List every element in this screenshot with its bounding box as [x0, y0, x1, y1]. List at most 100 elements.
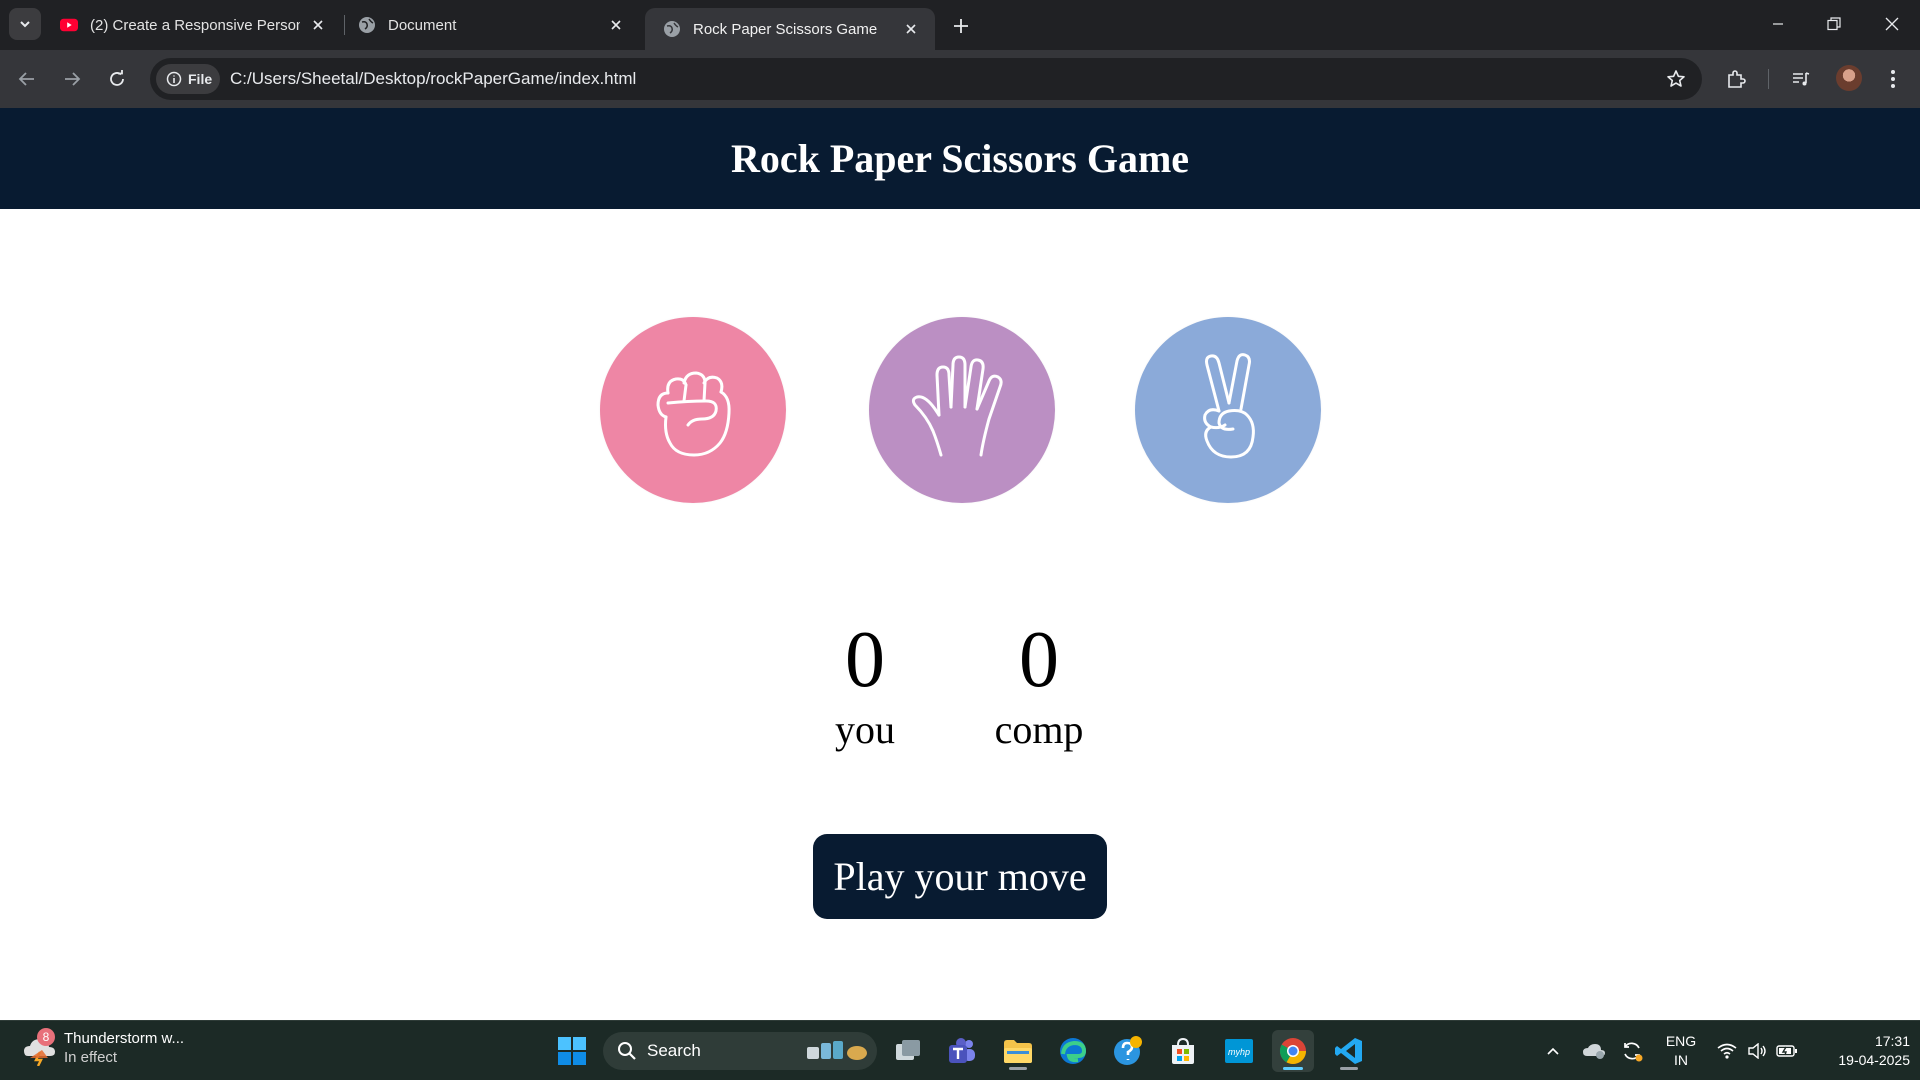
thunderstorm-icon: 8 — [22, 1028, 58, 1067]
close-window-button[interactable] — [1864, 0, 1920, 48]
tab-search-button[interactable] — [9, 8, 41, 40]
folder-icon — [1004, 1040, 1032, 1063]
weather-widget[interactable]: 8 Thunderstorm w... In effect — [22, 1028, 185, 1067]
vscode-icon — [1335, 1038, 1362, 1064]
taskbar-clock[interactable]: 17:31 19-04-2025 — [1810, 1032, 1910, 1070]
choice-scissors[interactable] — [1135, 317, 1321, 503]
battery-tray-icon[interactable] — [1774, 1021, 1800, 1080]
volume-tray-icon[interactable] — [1744, 1021, 1770, 1080]
clock-date: 19-04-2025 — [1838, 1052, 1910, 1068]
arrow-right-icon — [65, 72, 81, 86]
onedrive-tray-icon[interactable] — [1580, 1021, 1608, 1080]
globe-icon — [663, 20, 681, 38]
new-tab-button[interactable] — [947, 12, 975, 40]
browser-toolbar: File C:/Users/Sheetal/Desktop/rockPaperG… — [0, 50, 1920, 108]
svg-text:myhp: myhp — [1228, 1047, 1250, 1057]
clock-time: 17:31 — [1874, 1033, 1910, 1049]
site-chip-label: File — [188, 71, 213, 87]
menu-button[interactable] — [1878, 64, 1908, 94]
user-score-label: you — [835, 707, 895, 752]
comp-score: 0 comp — [969, 615, 1109, 755]
chrome-icon — [1279, 1038, 1307, 1065]
search-icon — [618, 1042, 636, 1060]
tab-rock-paper-scissors[interactable]: Rock Paper Scissors Game — [645, 8, 935, 50]
media-control-button[interactable] — [1786, 64, 1816, 94]
windows-logo-icon — [558, 1037, 586, 1065]
user-score: 0 you — [795, 615, 935, 755]
taskbar-search[interactable]: Search — [603, 1032, 877, 1070]
weather-subtitle: In effect — [64, 1049, 118, 1066]
back-button[interactable] — [12, 64, 42, 94]
input-language-indicator[interactable]: ENG IN — [1660, 1032, 1702, 1070]
chrome-button[interactable] — [1272, 1030, 1314, 1072]
tab-title: (2) Create a Responsive Persona — [90, 16, 300, 34]
puzzle-icon — [1728, 70, 1746, 88]
task-view-button[interactable] — [887, 1030, 929, 1072]
close-tab-icon[interactable] — [606, 15, 626, 35]
restore-button[interactable] — [1806, 0, 1862, 48]
tab-title: Rock Paper Scissors Game — [693, 20, 878, 38]
weather-alert-badge: 8 — [37, 1028, 55, 1046]
wifi-icon — [1717, 1043, 1737, 1059]
tab-document[interactable]: Document — [340, 8, 640, 42]
myhp-button[interactable]: myhp — [1218, 1030, 1260, 1072]
show-hidden-icons-button[interactable] — [1540, 1021, 1566, 1080]
task-view-icon — [896, 1040, 920, 1060]
game-header: Rock Paper Scissors Game — [0, 108, 1920, 209]
forward-button[interactable] — [57, 64, 87, 94]
running-indicator — [1283, 1067, 1303, 1070]
info-icon — [166, 71, 182, 87]
url-text[interactable]: C:/Users/Sheetal/Desktop/rockPaperGame/i… — [230, 58, 636, 100]
teams-icon — [949, 1038, 975, 1063]
tab-title: Document — [388, 16, 457, 34]
sync-tray-icon[interactable] — [1618, 1021, 1646, 1080]
close-icon — [1885, 17, 1899, 31]
help-app-button[interactable] — [1107, 1030, 1149, 1072]
kebab-menu-icon — [1891, 70, 1895, 88]
weather-title: Thunderstorm w... — [64, 1030, 185, 1047]
language-code: ENG — [1665, 1033, 1697, 1049]
star-icon — [1667, 70, 1685, 87]
help-icon — [1114, 1036, 1142, 1065]
minimize-icon — [1773, 23, 1783, 25]
reload-button[interactable] — [102, 64, 132, 94]
cloud-icon — [1583, 1044, 1605, 1059]
close-tab-icon[interactable] — [901, 19, 921, 39]
extensions-button[interactable] — [1721, 64, 1751, 94]
myhp-icon: myhp — [1225, 1039, 1253, 1063]
comp-score-label: comp — [994, 707, 1084, 752]
site-info-chip[interactable]: File — [156, 64, 220, 94]
battery-charging-icon — [1776, 1045, 1797, 1057]
bookmark-star-button[interactable] — [1664, 67, 1688, 91]
store-icon — [1172, 1037, 1194, 1064]
search-highlight-icon — [807, 1041, 867, 1060]
music-queue-icon — [1793, 72, 1810, 86]
minimize-button[interactable] — [1750, 0, 1806, 48]
peace-hand-icon — [1203, 353, 1255, 459]
region-code: IN — [1674, 1052, 1688, 1068]
teams-button[interactable] — [941, 1030, 983, 1072]
fist-icon — [656, 371, 731, 457]
sync-icon — [1624, 1042, 1643, 1062]
start-button[interactable] — [551, 1030, 593, 1072]
edge-icon — [1060, 1038, 1087, 1064]
profile-avatar[interactable] — [1836, 65, 1862, 91]
chevron-up-icon — [1547, 1047, 1559, 1055]
edge-button[interactable] — [1052, 1030, 1094, 1072]
arrow-left-icon — [18, 72, 34, 86]
tab-youtube[interactable]: (2) Create a Responsive Persona — [42, 8, 342, 42]
choice-rock[interactable] — [600, 317, 786, 503]
close-tab-icon[interactable] — [308, 15, 328, 35]
wifi-tray-icon[interactable] — [1714, 1021, 1740, 1080]
taskbar: 8 Thunderstorm w... In effect Search myh… — [0, 1020, 1920, 1080]
microsoft-store-button[interactable] — [1162, 1030, 1204, 1072]
page-title: Rock Paper Scissors Game — [730, 136, 1190, 181]
file-explorer-button[interactable] — [997, 1030, 1039, 1072]
user-score-value: 0 — [845, 616, 885, 704]
choice-paper[interactable] — [869, 317, 1055, 503]
search-label: Search — [647, 1041, 701, 1060]
running-indicator — [1009, 1067, 1027, 1070]
vscode-button[interactable] — [1328, 1030, 1370, 1072]
running-indicator — [1340, 1067, 1358, 1070]
address-bar[interactable]: File C:/Users/Sheetal/Desktop/rockPaperG… — [150, 58, 1702, 100]
